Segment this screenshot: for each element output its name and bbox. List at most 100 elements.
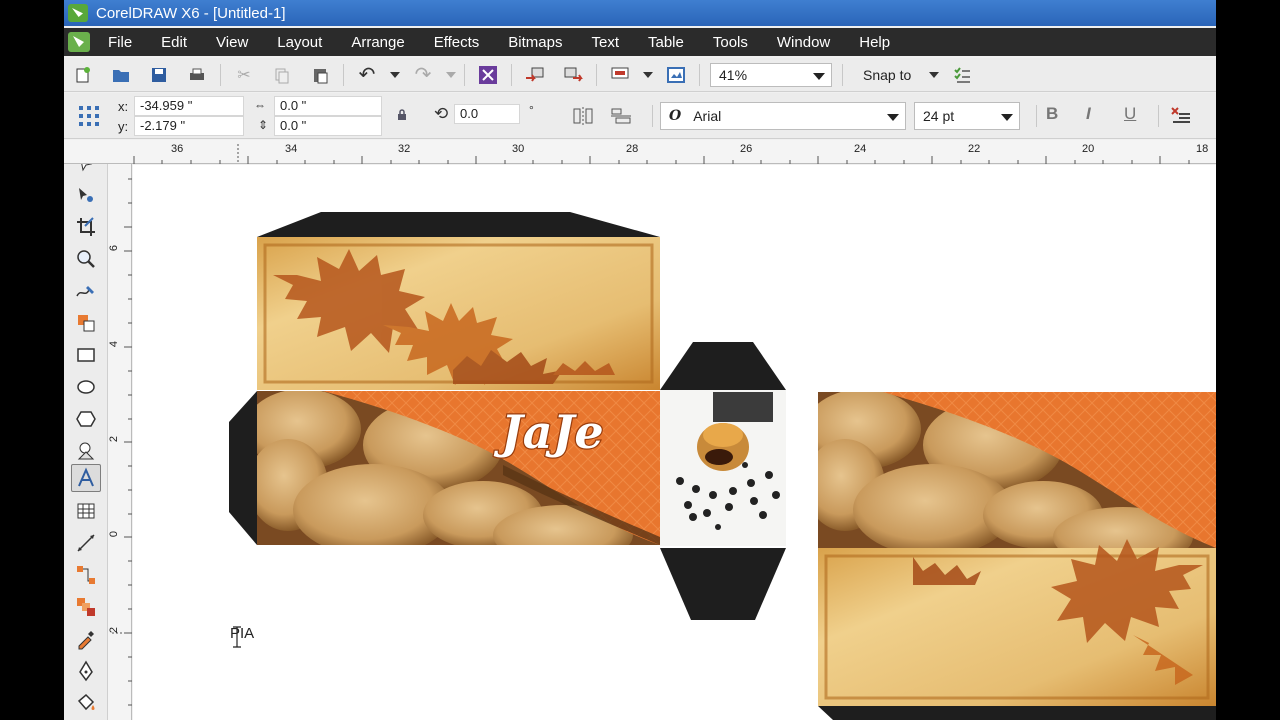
middle-bottom-flap[interactable] [660,548,786,620]
ruler-top-tick-20: 20 [1082,143,1095,155]
cut-icon[interactable]: ✂ [232,63,256,87]
height-field[interactable]: 0.0 " [274,116,382,136]
mirror-horizontal-icon[interactable] [572,106,594,126]
zoom-level-select[interactable]: 41% [710,62,832,87]
y-position-field[interactable]: -2.179 " [134,116,244,136]
mirror-vertical-icon[interactable] [610,106,632,126]
menu-help[interactable]: Help [859,34,890,51]
ruler-top-tick-28: 28 [626,143,639,155]
shape-tool-icon[interactable] [71,181,101,209]
menu-layout[interactable]: Layout [277,34,322,51]
print-icon[interactable] [185,63,209,87]
menu-table[interactable]: Table [648,34,684,51]
launcher-dropdown-icon[interactable] [643,71,653,78]
property-bar: x: -34.959 " y: -2.179 " ⇔ 0.0 " ⇕ 0.0 "… [64,93,1216,139]
new-document-icon[interactable] [71,63,95,87]
blend-tool-icon[interactable] [71,593,101,621]
application-launcher-icon[interactable] [608,63,632,87]
zoom-tool-icon[interactable] [71,245,101,273]
ellipse-tool-icon[interactable] [71,373,101,401]
object-origin-icon[interactable] [78,105,100,127]
vertical-ruler[interactable]: 6 4 2 0 2 [108,164,132,720]
open-folder-icon[interactable] [109,63,133,87]
redo-icon[interactable]: ↷ [411,63,435,87]
crop-tool-icon[interactable] [71,213,101,241]
dimension-tool-icon[interactable] [71,529,101,557]
undo-dropdown-icon[interactable] [390,71,400,78]
toolbar-separator [511,63,512,86]
connector-tool-icon[interactable] [71,561,101,589]
freehand-tool-icon[interactable] [71,277,101,305]
ruler-top-tick-34: 34 [285,143,298,155]
search-content-icon[interactable] [476,63,500,87]
text-cursor-label[interactable]: PIA [230,625,254,642]
menu-view[interactable]: View [216,34,248,51]
ruler-top-tick-36: 36 [171,143,184,155]
smart-fill-tool-icon[interactable] [71,309,101,337]
cookies-panel-right[interactable] [805,389,1216,567]
fill-tool-icon[interactable] [71,689,101,717]
font-o-icon: O [669,108,682,124]
welcome-screen-icon[interactable] [664,63,688,87]
drawing-canvas[interactable]: JaJe PIA [133,165,1216,720]
middle-top-flap[interactable] [660,342,786,390]
standard-toolbar: ✂ ↶ ↷ 41% Snap to [64,58,1216,92]
underline-button[interactable]: U [1124,104,1136,124]
toolbar-separator [699,63,700,86]
toolbar-separator [1158,105,1159,127]
lock-ratio-icon[interactable] [396,108,408,120]
basic-shapes-tool-icon[interactable] [71,437,101,465]
polygon-tool-icon[interactable] [71,405,101,433]
menu-window[interactable]: Window [777,34,830,51]
export-icon[interactable] [561,63,585,87]
chevron-down-icon [813,72,825,80]
ruler-left-tick-0: 0 [108,530,121,538]
menu-bitmaps[interactable]: Bitmaps [508,34,562,51]
toolbar-separator [1036,105,1037,127]
left-side-flap[interactable] [229,391,257,545]
italic-button[interactable]: I [1086,104,1091,124]
text-tool-icon[interactable] [71,464,101,492]
degree-label: ° [529,103,534,117]
outline-pen-tool-icon[interactable] [71,657,101,685]
toolbar-separator [464,63,465,86]
snap-to-dropdown-icon[interactable] [929,71,940,78]
width-icon: ⇔ [254,98,266,112]
menu-tools[interactable]: Tools [713,34,748,51]
jaje-logo[interactable]: JaJe [492,404,605,461]
rotate-icon: ⟲ [434,104,449,123]
menu-edit[interactable]: Edit [161,34,187,51]
rectangle-tool-icon[interactable] [71,341,101,369]
width-field[interactable]: 0.0 " [274,96,382,116]
redo-dropdown-icon[interactable] [446,71,456,78]
import-icon[interactable] [523,63,547,87]
menu-effects[interactable]: Effects [434,34,480,51]
snap-to-label[interactable]: Snap to [863,67,911,83]
eyedropper-tool-icon[interactable] [71,625,101,653]
rotation-angle-field[interactable]: 0.0 [454,104,520,124]
menu-file[interactable]: File [108,34,132,51]
undo-icon[interactable]: ↶ [355,63,379,87]
ruler-top-tick-26: 26 [740,143,753,155]
x-label: x: [118,99,129,114]
horizontal-ruler[interactable]: 36 34 32 30 28 26 24 22 20 18 [64,140,1216,164]
options-icon[interactable] [950,63,974,87]
toolbar-separator [842,63,843,86]
ruler-top-tick-22: 22 [968,143,981,155]
menu-text[interactable]: Text [591,34,619,51]
bottom-flap-right[interactable] [818,706,1216,720]
copy-icon[interactable] [270,63,294,87]
menu-arrange[interactable]: Arrange [351,34,404,51]
bold-button[interactable]: B [1046,104,1058,124]
font-family-select[interactable]: O Arial [660,102,906,130]
ruler-top-tick-30: 30 [512,143,525,155]
save-icon[interactable] [147,63,171,87]
paste-icon[interactable] [308,63,332,87]
top-flap-left[interactable] [257,212,660,237]
coreldraw-menu-icon[interactable] [68,32,90,52]
table-tool-icon[interactable] [71,497,101,525]
font-size-select[interactable]: 24 pt [914,102,1020,130]
text-properties-icon[interactable] [1170,105,1192,127]
x-position-field[interactable]: -34.959 " [134,96,244,116]
ruler-left-tick-6: 6 [108,244,121,252]
